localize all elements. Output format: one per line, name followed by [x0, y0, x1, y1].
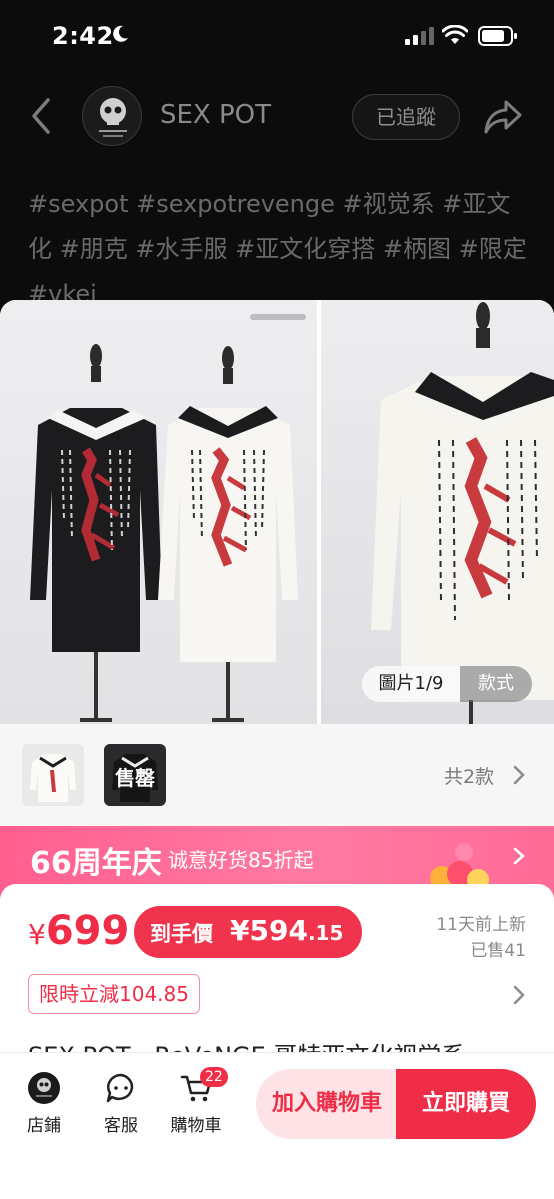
product-gallery[interactable]: 圖片1/9 款式	[0, 300, 554, 724]
cart-count-badge: 22	[200, 1067, 228, 1087]
promo-text: 诚意好货85折起	[168, 848, 314, 872]
variant-count[interactable]: 共2款	[444, 762, 494, 789]
sold-count: 已售41	[470, 941, 526, 961]
final-price-badge[interactable]: 到手價 ¥594.15	[134, 906, 362, 958]
buy-now-button[interactable]: 立即購買	[396, 1069, 536, 1139]
shop-name[interactable]: SEX POT	[160, 100, 271, 130]
listed-time: 11天前上新	[436, 915, 526, 935]
white-shirt-thumb	[30, 754, 76, 802]
customer-service-button[interactable]: 客服	[91, 1071, 151, 1136]
store-button[interactable]: 店鋪	[14, 1071, 74, 1136]
store-logo-icon	[28, 1072, 60, 1104]
follow-button[interactable]: 已追蹤	[352, 94, 460, 140]
anniversary-logo: 66周年庆	[30, 846, 162, 881]
variant-thumb-black[interactable]: 售罄	[104, 744, 166, 806]
add-to-cart-button[interactable]: 加入購物車	[256, 1069, 398, 1139]
product-sheet: 圖片1/9 款式 售罄 共2款 66周年庆 诚意好货85折起 ¥699 到手價 …	[0, 300, 554, 1199]
final-price-value: ¥594.15	[230, 914, 343, 947]
back-arrow-icon[interactable]	[26, 96, 56, 136]
chevron-right-icon[interactable]	[512, 984, 526, 1006]
variant-selector[interactable]: 售罄 共2款	[0, 724, 554, 826]
product-photo-two-shirts[interactable]	[0, 300, 317, 724]
chat-icon	[106, 1073, 134, 1103]
moon-icon	[113, 25, 128, 42]
sold-out-label: 售罄	[115, 766, 155, 790]
skull-logo-icon	[99, 98, 127, 137]
status-bar: 2:42	[0, 0, 554, 72]
cart-button[interactable]: 22 購物車	[166, 1067, 228, 1136]
post-hashtags[interactable]: #sexpot #sexpotrevenge #视觉系 #亚文化 #朋克 #水手…	[28, 182, 528, 317]
bottom-action-bar: 店鋪 客服 22 購物車 加入購物車 立即購買	[0, 1052, 554, 1199]
price-card: ¥699 到手價 ¥594.15 11天前上新 已售41 限時立減104.85 …	[0, 884, 554, 1070]
chevron-right-icon[interactable]	[512, 764, 526, 786]
drag-handle[interactable]	[250, 314, 306, 320]
variant-thumb-white[interactable]	[22, 744, 84, 806]
signal-icon	[405, 27, 434, 45]
wifi-icon	[442, 25, 468, 44]
service-label: 客服	[104, 1116, 138, 1136]
status-time: 2:42	[52, 22, 114, 50]
final-price-label: 到手價	[150, 922, 213, 946]
shop-avatar[interactable]	[82, 86, 142, 146]
chevron-right-icon[interactable]	[512, 846, 526, 866]
share-icon[interactable]	[482, 96, 524, 136]
style-button[interactable]: 款式	[460, 666, 532, 702]
final-price-integer: 594	[249, 914, 308, 947]
two-shirts-illustration	[30, 344, 298, 722]
discount-tag[interactable]: 限時立減104.85	[28, 974, 200, 1014]
price-amount: 699	[45, 908, 130, 954]
final-price-decimal: .15	[307, 921, 344, 945]
cart-label: 購物車	[170, 1116, 222, 1136]
product-photo-white-shirt[interactable]	[321, 300, 554, 724]
image-counter: 圖片1/9	[362, 666, 460, 702]
header-bar: SEX POT 已追蹤	[0, 82, 554, 152]
final-price-currency: ¥	[230, 914, 250, 947]
price-currency: ¥	[28, 918, 46, 951]
battery-icon	[478, 26, 517, 46]
store-label: 店鋪	[27, 1116, 61, 1136]
white-shirt-illustration	[371, 302, 554, 724]
original-price: ¥699	[28, 908, 129, 954]
